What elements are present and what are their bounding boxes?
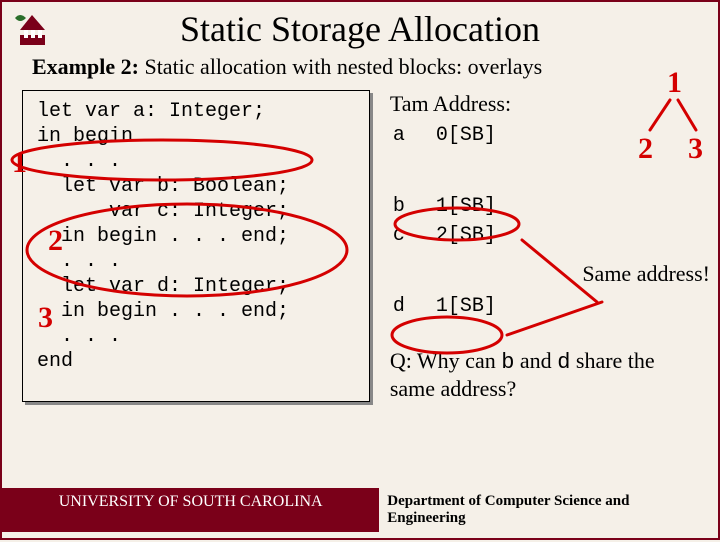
table-row: b 1[SB] bbox=[392, 193, 524, 220]
footer-department: Department of Computer Science and Engin… bbox=[379, 488, 718, 532]
slide: Static Storage Allocation Example 2: Sta… bbox=[0, 0, 720, 540]
q-var-b: b bbox=[501, 350, 514, 375]
table-row: d 1[SB] bbox=[392, 293, 524, 320]
example-label: Example 2: bbox=[32, 54, 139, 79]
addr-value: 1[SB] bbox=[435, 293, 524, 320]
footer: UNIVERSITY OF SOUTH CAROLINA Department … bbox=[2, 488, 718, 532]
slide-subtitle: Example 2: Static allocation with nested… bbox=[32, 54, 718, 80]
address-table: d 1[SB] bbox=[390, 291, 526, 322]
address-table: a 0[SB] bbox=[390, 120, 526, 151]
address-table: b 1[SB] c 2[SB] bbox=[390, 191, 526, 251]
question-text: Q: Why can b and d share the same addres… bbox=[390, 348, 698, 403]
code-listing: let var a: Integer; in begin . . . let v… bbox=[22, 90, 370, 402]
address-header: Tam Address: bbox=[390, 90, 698, 118]
university-logo bbox=[10, 10, 55, 50]
addr-name: c bbox=[392, 222, 433, 249]
addr-name: a bbox=[392, 122, 433, 149]
table-row: a 0[SB] bbox=[392, 122, 524, 149]
footer-university: UNIVERSITY OF SOUTH CAROLINA bbox=[2, 488, 379, 532]
addr-value: 1[SB] bbox=[435, 193, 524, 220]
addr-name: d bbox=[392, 293, 433, 320]
q-var-d: d bbox=[557, 350, 570, 375]
q-mid: and bbox=[514, 348, 557, 373]
q-prefix: Q: Why can bbox=[390, 348, 501, 373]
table-row: c 2[SB] bbox=[392, 222, 524, 249]
slide-title: Static Storage Allocation bbox=[2, 8, 718, 50]
addr-name: b bbox=[392, 193, 433, 220]
subtitle-text: Static allocation with nested blocks: ov… bbox=[144, 54, 542, 79]
address-column: Tam Address: a 0[SB] b 1[SB] c 2[SB] bbox=[390, 90, 698, 402]
same-address-label: Same address! bbox=[582, 260, 710, 288]
addr-value: 0[SB] bbox=[435, 122, 524, 149]
addr-value: 2[SB] bbox=[435, 222, 524, 249]
content-area: let var a: Integer; in begin . . . let v… bbox=[22, 90, 698, 402]
